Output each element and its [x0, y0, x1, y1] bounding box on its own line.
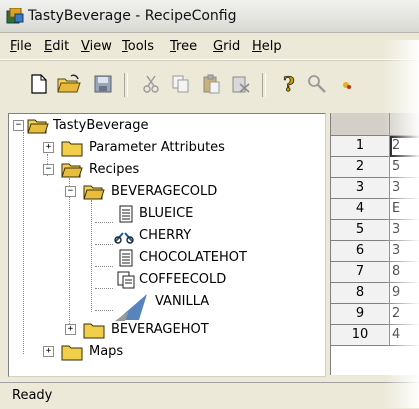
app-icon — [6, 8, 24, 24]
tree-node-parameter-attributes[interactable]: Parameter Attributes — [89, 140, 225, 155]
grid-row-header[interactable]: 4 — [331, 199, 390, 220]
save-icon — [94, 75, 112, 93]
grid-row-header[interactable]: 8 — [331, 283, 390, 304]
toolbar: ? — [0, 60, 419, 113]
grid-row-header[interactable]: 5 — [331, 220, 390, 241]
grid-row-header[interactable]: 1 — [331, 136, 390, 157]
toolbar-separator — [262, 73, 266, 97]
app-window: TastyBeverage - RecipeConfig File Edit V… — [0, 0, 419, 409]
grid-cell[interactable]: 3 — [390, 220, 419, 241]
grid-cell[interactable]: 2 — [390, 304, 419, 325]
drag-pointer-icon — [115, 294, 147, 321]
save-button[interactable] — [90, 71, 116, 97]
recipe-edit-icon — [114, 232, 134, 244]
tree-expander-beveragecold[interactable]: − — [65, 186, 76, 197]
open-folder-icon — [27, 119, 49, 134]
recipe-copy-icon — [117, 271, 135, 289]
tree-expander-recipes[interactable]: − — [43, 164, 54, 175]
help-icon: ? — [283, 73, 296, 95]
tree-node-root[interactable]: TastyBeverage — [53, 118, 149, 133]
grid-cell[interactable]: 4 — [390, 325, 419, 346]
menu-tree[interactable]: Tree — [170, 39, 197, 54]
recipe-document-icon — [119, 249, 133, 267]
grid-cell[interactable]: 3 — [390, 178, 419, 199]
new-icon — [31, 74, 47, 94]
copy-button[interactable] — [168, 71, 194, 97]
grid-cell[interactable]: 2 — [390, 136, 419, 157]
find-button[interactable] — [304, 71, 330, 97]
grid-row-header[interactable]: 10 — [331, 325, 390, 346]
menu-edit[interactable]: Edit — [44, 39, 69, 54]
menu-tools[interactable]: Tools — [122, 39, 154, 54]
tree-expander-root[interactable]: − — [13, 120, 24, 131]
tree-node-blueice[interactable]: BLUEICE — [139, 206, 193, 221]
title-bar[interactable]: TastyBeverage - RecipeConfig — [0, 0, 419, 33]
grid-row-header[interactable]: 9 — [331, 304, 390, 325]
menu-grid[interactable]: Grid — [213, 39, 240, 54]
tree-node-vanilla[interactable]: VANILLA — [155, 294, 209, 309]
help-button[interactable]: ? — [276, 71, 302, 97]
menu-view[interactable]: View — [81, 39, 112, 54]
open-button[interactable] — [56, 71, 82, 97]
tree-node-cherry[interactable]: CHERRY — [139, 228, 191, 243]
svg-text:?: ? — [283, 73, 295, 95]
menu-bar: File Edit View Tools Tree Grid Help — [0, 33, 419, 60]
menu-help[interactable]: Help — [252, 39, 282, 54]
toolbar-separator — [124, 73, 128, 97]
pointer-button[interactable] — [334, 71, 360, 97]
grid-row-header[interactable]: 3 — [331, 178, 390, 199]
paste-special-button[interactable] — [228, 71, 254, 97]
grid-cell[interactable]: 9 — [390, 283, 419, 304]
tree-expander-beveragehot[interactable]: + — [65, 324, 76, 335]
cut-icon — [143, 75, 159, 93]
menu-file[interactable]: File — [10, 39, 32, 54]
grid-row-header[interactable]: 2 — [331, 157, 390, 178]
grid-row-header[interactable]: 7 — [331, 262, 390, 283]
copy-icon — [172, 75, 189, 93]
grid-corner[interactable] — [331, 113, 390, 136]
grid-column-header[interactable] — [390, 113, 419, 136]
tree-node-beveragecold[interactable]: BEVERAGECOLD — [111, 184, 217, 199]
status-text: Ready — [12, 388, 53, 403]
tree-expander-parameter-attributes[interactable]: + — [43, 142, 54, 153]
status-bar: Ready — [0, 382, 419, 409]
recipe-grid[interactable]: 1 2 2 5 3 3 4 E 5 3 6 3 7 8 8 9 9 2 10 4 — [330, 113, 419, 375]
new-button[interactable] — [26, 71, 52, 97]
open-folder-icon — [83, 185, 105, 200]
recipe-document-icon — [119, 205, 133, 223]
paste-icon — [203, 74, 220, 94]
pointer-icon — [343, 82, 351, 89]
open-icon — [57, 74, 81, 93]
tree-node-maps[interactable]: Maps — [89, 344, 123, 359]
find-icon — [308, 75, 326, 93]
tree-node-beveragehot[interactable]: BEVERAGEHOT — [111, 322, 209, 337]
folder-icon — [61, 141, 83, 157]
paste-button[interactable] — [198, 71, 224, 97]
grid-cell[interactable]: 5 — [390, 157, 419, 178]
tree-node-chocolatehot[interactable]: CHOCOLATEHOT — [139, 250, 247, 265]
paste-special-icon — [232, 76, 250, 93]
grid-cell[interactable]: 8 — [390, 262, 419, 283]
grid-row-header[interactable]: 6 — [331, 241, 390, 262]
window-title: TastyBeverage - RecipeConfig — [28, 8, 237, 24]
cut-button[interactable] — [138, 71, 164, 97]
folder-icon — [61, 345, 83, 361]
grid-cell[interactable]: 3 — [390, 241, 419, 262]
tree-node-recipes[interactable]: Recipes — [89, 162, 139, 177]
recipe-tree[interactable]: − TastyBeverage + Parameter Attributes −… — [8, 113, 326, 377]
tree-node-coffeecold[interactable]: COFFEECOLD — [139, 272, 226, 287]
folder-icon — [83, 323, 105, 339]
grid-cell[interactable]: E — [390, 199, 419, 220]
tree-expander-maps[interactable]: + — [43, 346, 54, 357]
open-folder-icon — [61, 163, 83, 178]
